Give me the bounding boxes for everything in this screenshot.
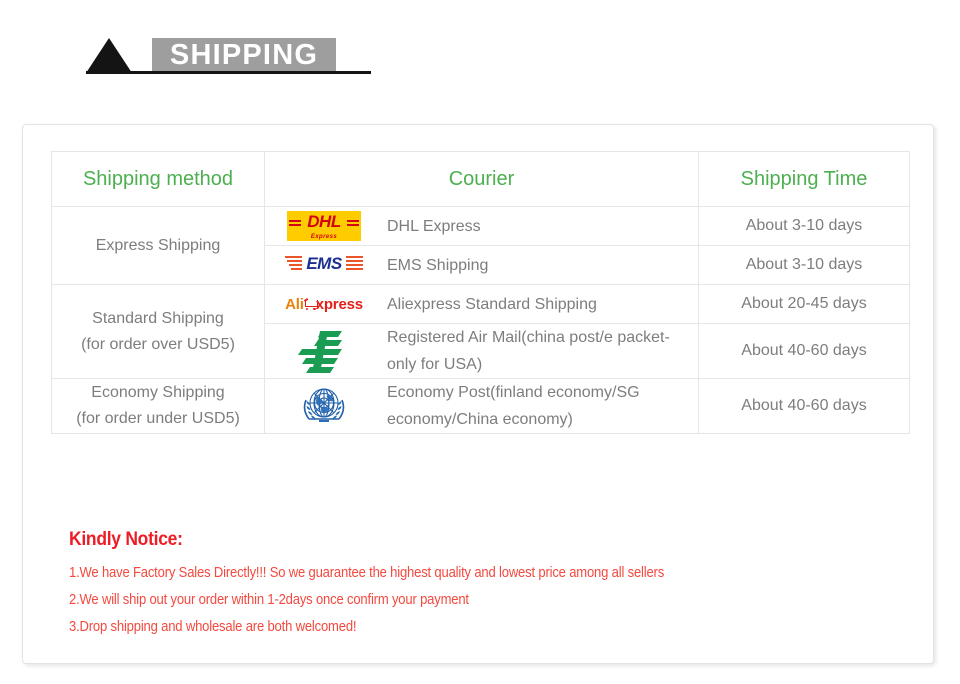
header-shipping-method: Shipping method — [51, 151, 265, 207]
courier-cell-dhl: DHL Express DHL Express — [264, 206, 699, 246]
time-cell: About 20-45 days — [698, 284, 910, 324]
notice-title: Kindly Notice: — [69, 529, 183, 550]
triangle-icon — [86, 38, 132, 73]
united-nations-logo — [303, 388, 345, 422]
kindly-notice-section: Kindly Notice: 1.We have Factory Sales D… — [69, 529, 909, 641]
courier-label: Aliexpress Standard Shipping — [387, 295, 597, 313]
banner-underline — [86, 71, 371, 74]
logo-slot: Ali xpress — [265, 296, 383, 313]
header-shipping-time: Shipping Time — [698, 151, 910, 207]
ems-logo: EMS — [285, 251, 363, 279]
courier-cell-economy-post: Economy Post(finland economy/SG economy/… — [264, 378, 699, 434]
dhl-logo-text: DHL — [307, 212, 341, 231]
method-cell-economy: Economy Shipping (for order under USD5) — [51, 378, 265, 434]
shipping-info-card: Shipping method Courier Shipping Time Ex… — [22, 124, 934, 664]
logo-slot: EMS — [265, 251, 383, 279]
method-cell-express: Express Shipping — [51, 206, 265, 285]
shipping-table: Shipping method Courier Shipping Time Ex… — [51, 151, 910, 434]
method-label: Standard Shipping — [92, 309, 224, 327]
method-sublabel: (for order under USD5) — [76, 410, 240, 427]
time-cell: About 40-60 days — [698, 323, 910, 379]
header-courier: Courier — [264, 151, 699, 207]
ems-logo-text: EMS — [306, 254, 342, 273]
notice-line: 2.We will ship out your order within 1-2… — [69, 592, 469, 608]
page-title: SHIPPING — [169, 39, 319, 71]
dhl-logo-subtext: Express — [310, 234, 338, 240]
courier-label: EMS Shipping — [387, 256, 489, 274]
dhl-logo: DHL Express — [287, 211, 361, 241]
logo-slot: DHL Express — [265, 211, 383, 241]
courier-cell-china-post: Registered Air Mail(china post/e packet-… — [264, 323, 699, 379]
time-cell: About 3-10 days — [698, 245, 910, 285]
time-cell: About 3-10 days — [698, 206, 910, 246]
courier-cell-ems: EMS EMS Shipping — [264, 245, 699, 285]
aliexpress-logo-text-ali: Ali — [285, 295, 304, 313]
page-banner: SHIPPING — [0, 0, 960, 110]
method-sublabel: (for order over USD5) — [81, 335, 235, 353]
time-cell: About 40-60 days — [698, 378, 910, 434]
table-row: Standard Shipping (for order over USD5) … — [51, 284, 910, 379]
aliexpress-logo: Ali xpress — [285, 296, 363, 313]
courier-cell-aliexpress: Ali xpress Aliexpress Standard Shipping — [264, 284, 699, 324]
notice-line: 1.We have Factory Sales Directly!!! So w… — [69, 565, 665, 581]
table-row: Express Shipping DHL Express DHL Express… — [51, 206, 910, 285]
courier-label: Economy Post(finland economy/SG economy/… — [387, 384, 640, 428]
china-post-logo — [298, 331, 342, 373]
method-label: Economy Shipping — [91, 384, 225, 401]
courier-label: Registered Air Mail(china post/e packet-… — [387, 329, 670, 373]
courier-label: DHL Express — [387, 217, 481, 235]
notice-line: 3.Drop shipping and wholesale are both w… — [69, 619, 357, 635]
method-label: Express Shipping — [95, 236, 221, 254]
table-row: Economy Shipping (for order under USD5) — [51, 378, 910, 434]
method-cell-standard: Standard Shipping (for order over USD5) — [51, 284, 265, 379]
logo-slot — [265, 329, 383, 373]
aliexpress-logo-text-xpress: xpress — [315, 295, 363, 313]
shopping-cart-icon — [304, 298, 318, 310]
table-header-row: Shipping method Courier Shipping Time — [51, 151, 910, 207]
logo-slot — [265, 379, 383, 433]
